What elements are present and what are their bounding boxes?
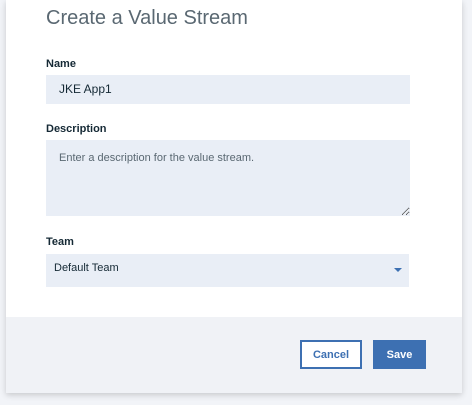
name-label: Name (46, 58, 76, 70)
description-label: Description (46, 123, 107, 135)
team-label: Team (46, 236, 74, 248)
description-textarea[interactable] (46, 140, 410, 216)
save-button[interactable]: Save (373, 340, 426, 369)
team-select[interactable]: Default Team (46, 254, 409, 287)
name-input[interactable] (46, 75, 410, 104)
chevron-down-icon (394, 268, 402, 272)
dialog-footer: Cancel Save (6, 317, 462, 393)
create-value-stream-dialog: Create a Value Stream Name Description T… (6, 0, 462, 393)
dialog-title: Create a Value Stream (46, 7, 248, 29)
team-select-value: Default Team (54, 262, 119, 274)
cancel-button[interactable]: Cancel (300, 340, 362, 369)
description-wrapper (6, 140, 462, 216)
